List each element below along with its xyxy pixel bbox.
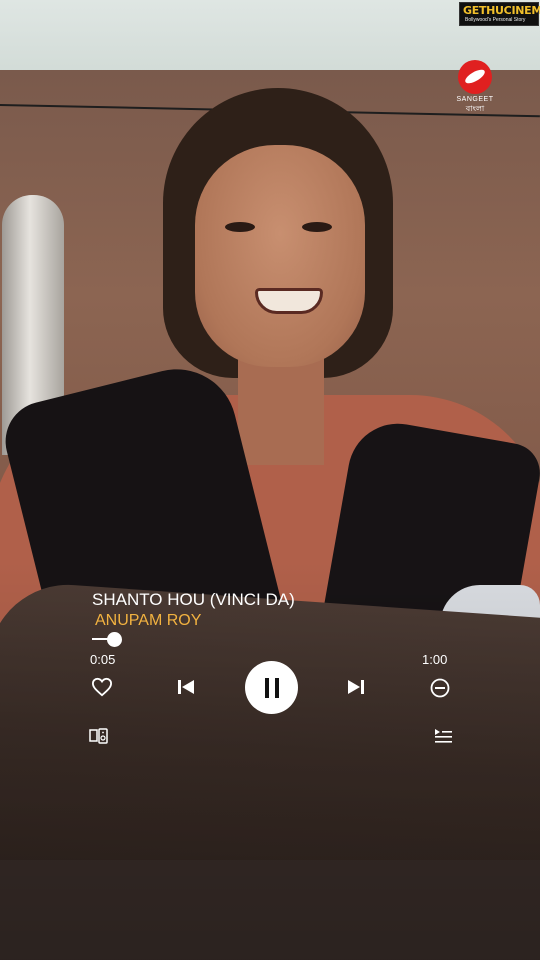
queue-icon [435, 729, 452, 743]
watermark-tagline: Bollywood's Personal Story [465, 17, 526, 23]
next-icon [348, 680, 364, 694]
play-pause-button[interactable] [245, 661, 298, 714]
bottom-shade [0, 560, 540, 960]
channel-logo: SANGEET বাংলা [452, 60, 498, 116]
watermark-badge: GETHUCINEMA Bollywood's Personal Story [459, 2, 540, 26]
previous-icon [178, 680, 194, 694]
face [195, 145, 365, 367]
device-speaker-icon [89, 728, 108, 744]
previous-button[interactable] [174, 676, 198, 698]
background-scene [0, 0, 540, 960]
channel-logo-line1: SANGEET [456, 96, 494, 103]
next-button[interactable] [344, 676, 368, 698]
left-eye [225, 222, 255, 232]
channel-logo-line2: বাংলা [465, 104, 485, 113]
elapsed-time: 0:05 [90, 652, 116, 667]
like-button[interactable] [90, 675, 114, 699]
queue-button[interactable] [432, 726, 454, 746]
watermark-brand: GETHUCINEMA [463, 4, 540, 17]
remove-button[interactable] [428, 676, 452, 700]
smile [255, 288, 323, 314]
connect-device-button[interactable] [88, 726, 110, 746]
channel-logo-icon [458, 60, 492, 94]
artist-name[interactable]: ANUPAM ROY [95, 612, 201, 630]
song-title: SHANTO HOU (VINCI DA) [92, 590, 295, 609]
progress-knob[interactable] [107, 632, 122, 647]
remove-icon [430, 678, 450, 698]
total-time: 1:00 [422, 652, 448, 667]
heart-icon [91, 677, 113, 697]
right-eye [302, 222, 332, 232]
pause-icon [264, 677, 279, 698]
